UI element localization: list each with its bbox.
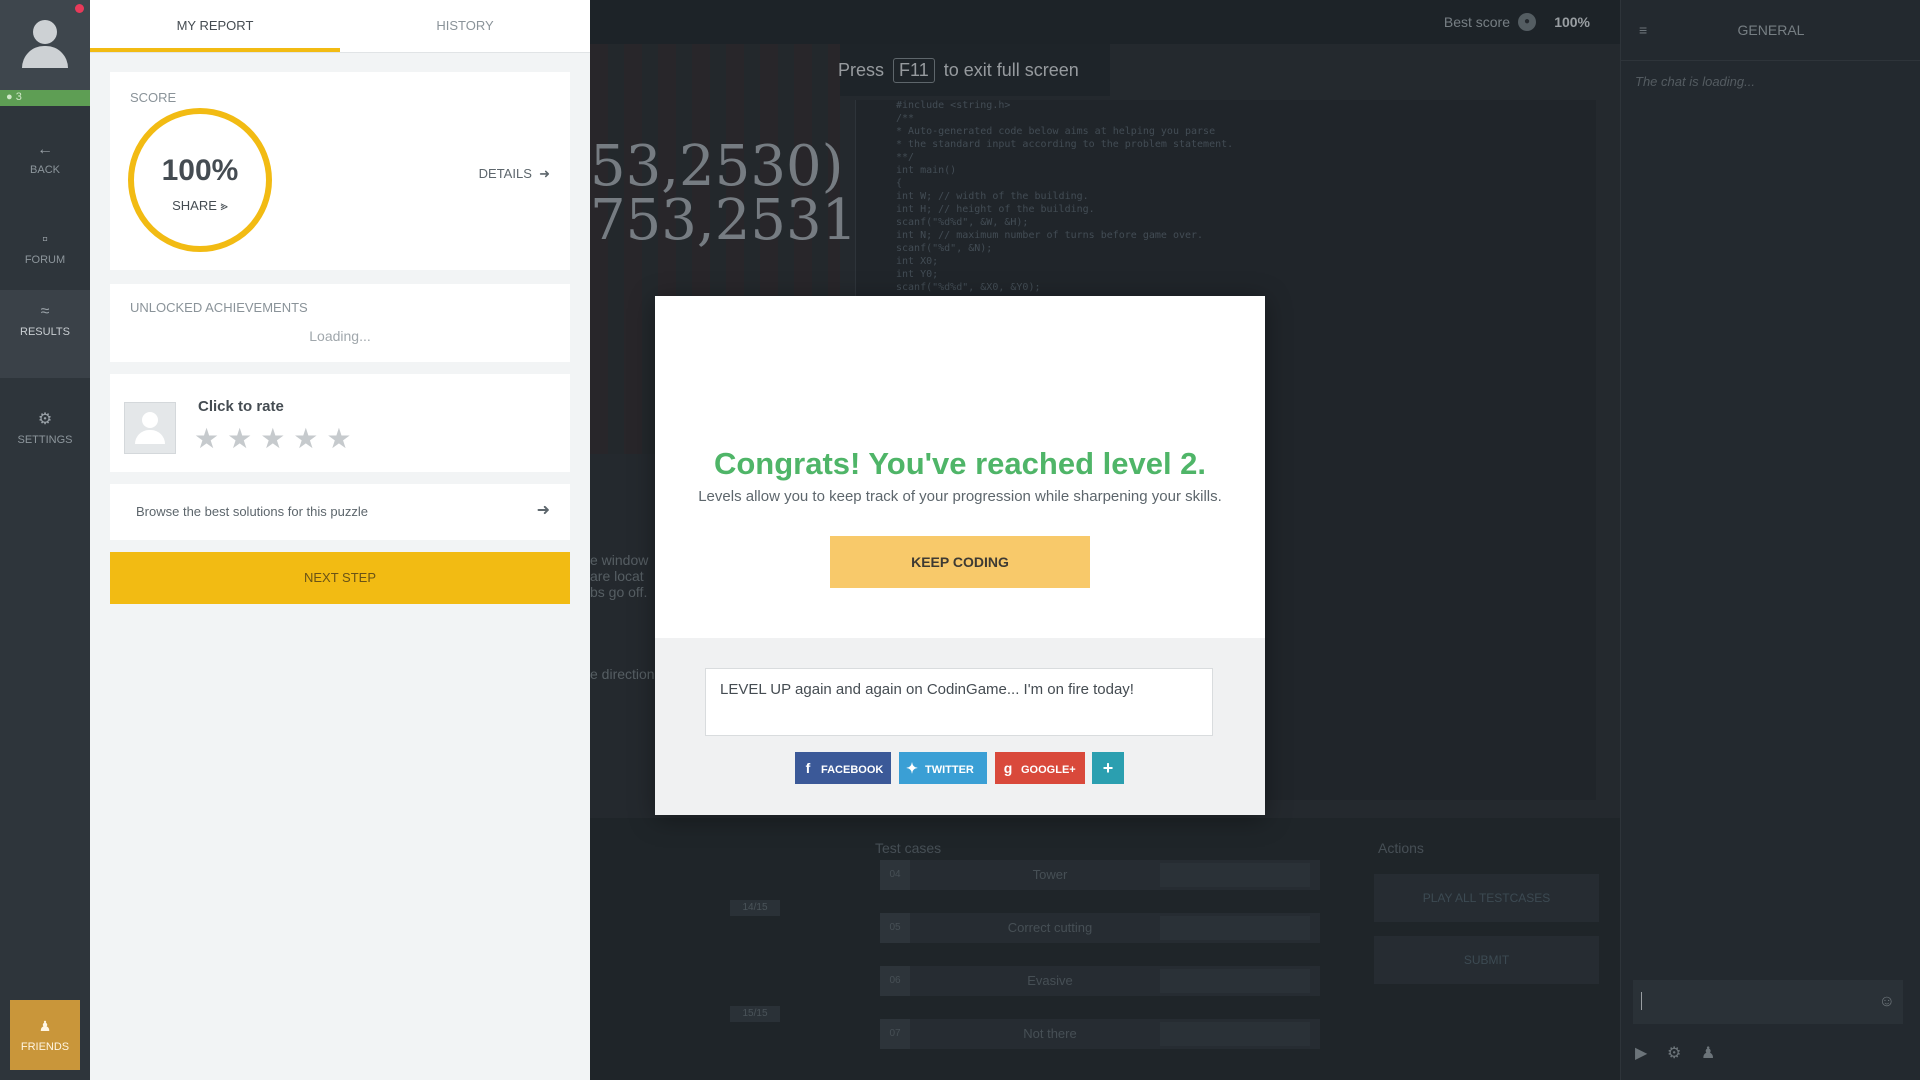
browse-solutions-label: Browse the best solutions for this puzzl… [136,504,368,519]
google-plus-share-button[interactable]: g GOOGLE+ [995,752,1085,784]
nav-results[interactable]: ≈ RESULTS [0,290,90,378]
arrow-right-icon: ➜ [536,502,550,519]
keep-coding-button[interactable]: KEEP CODING [830,536,1090,588]
score-label: SCORE [130,90,177,105]
share-icon: ⪢ [220,198,228,213]
facebook-label: FACEBOOK [821,764,884,776]
nav-back-label: BACK [30,164,60,176]
puzzle-avatar [124,402,176,454]
avatar-body [22,46,68,68]
arrow-left-icon: ← [37,141,53,158]
puzzle-avatar-body [135,430,165,444]
tab-history[interactable]: HISTORY [340,0,590,52]
arrow-right-icon: ➜ [535,166,550,181]
report-panel: MY REPORT HISTORY SCORE 100% SHARE ⪢ DET… [90,0,590,1080]
share-message-field[interactable]: LEVEL UP again and again on CodinGame...… [705,668,1213,736]
rate-label: Click to rate [198,398,284,415]
score-ring: 100% SHARE ⪢ [128,108,272,252]
left-nav: ● 3 ← BACK ▫ FORUM ≈ RESULTS ⚙ SETTINGS … [0,0,90,1080]
twitter-label: TWITTER [925,764,974,776]
details-link[interactable]: DETAILS ➜ [479,166,550,182]
nav-settings[interactable]: ⚙ SETTINGS [0,398,90,470]
modal-share-section: LEVEL UP again and again on CodinGame...… [655,638,1265,815]
twitter-share-button[interactable]: ✦ TWITTER [899,752,987,784]
friends-label: FRIENDS [20,1041,70,1053]
level-up-modal: Congrats! You've reached level 2. Levels… [655,296,1265,815]
modal-title: Congrats! You've reached level 2. [713,446,1207,481]
details-label: DETAILS [478,166,532,181]
level-bar: ● 3 [0,90,90,106]
next-step-button[interactable]: NEXT STEP [110,552,570,604]
nav-settings-label: SETTINGS [17,434,73,446]
browse-solutions-link[interactable]: Browse the best solutions for this puzzl… [110,484,570,540]
nav-back[interactable]: ← BACK [0,128,90,200]
report-tabs: MY REPORT HISTORY [90,0,590,53]
achievements-loading: Loading... [309,328,371,344]
facebook-icon: f [805,760,811,776]
achievements-card: UNLOCKED ACHIEVEMENTS Loading... [110,284,570,362]
notification-dot [75,4,84,13]
user-avatar[interactable] [0,0,90,90]
results-chart-icon: ≈ [40,303,50,320]
google-plus-icon: g [1003,760,1013,776]
nav-results-label: RESULTS [20,326,70,338]
tab-my-report[interactable]: MY REPORT [90,0,340,52]
achievements-label: UNLOCKED ACHIEVEMENTS [130,300,308,315]
facebook-share-button[interactable]: f FACEBOOK [795,752,891,784]
twitter-icon: ✦ [906,760,918,776]
score-card: SCORE 100% SHARE ⪢ DETAILS ➜ [110,72,570,270]
rating-stars[interactable]: ★★★★★ [194,422,360,455]
gear-icon: ⚙ [37,411,53,428]
share-button[interactable]: SHARE ⪢ [134,198,266,214]
nav-forum[interactable]: ▫ FORUM [0,218,90,290]
share-label: SHARE [172,198,217,213]
more-share-button[interactable]: + [1092,752,1124,784]
forum-icon: ▫ [42,231,48,248]
modal-body: Congrats! You've reached level 2. Levels… [655,296,1265,638]
avatar-head [33,20,57,44]
modal-subtitle: Levels allow you to keep track of your p… [698,488,1222,505]
nav-forum-label: FORUM [24,254,66,266]
friends-icon: ♟ [38,1018,52,1034]
google-label: GOOGLE+ [1021,764,1076,776]
score-value: 100% [161,154,239,187]
friends-button[interactable]: ♟ FRIENDS [10,1000,80,1070]
puzzle-avatar-head [142,412,158,428]
level-label: ● 3 [6,91,22,103]
rate-card: Click to rate ★★★★★ [110,374,570,472]
